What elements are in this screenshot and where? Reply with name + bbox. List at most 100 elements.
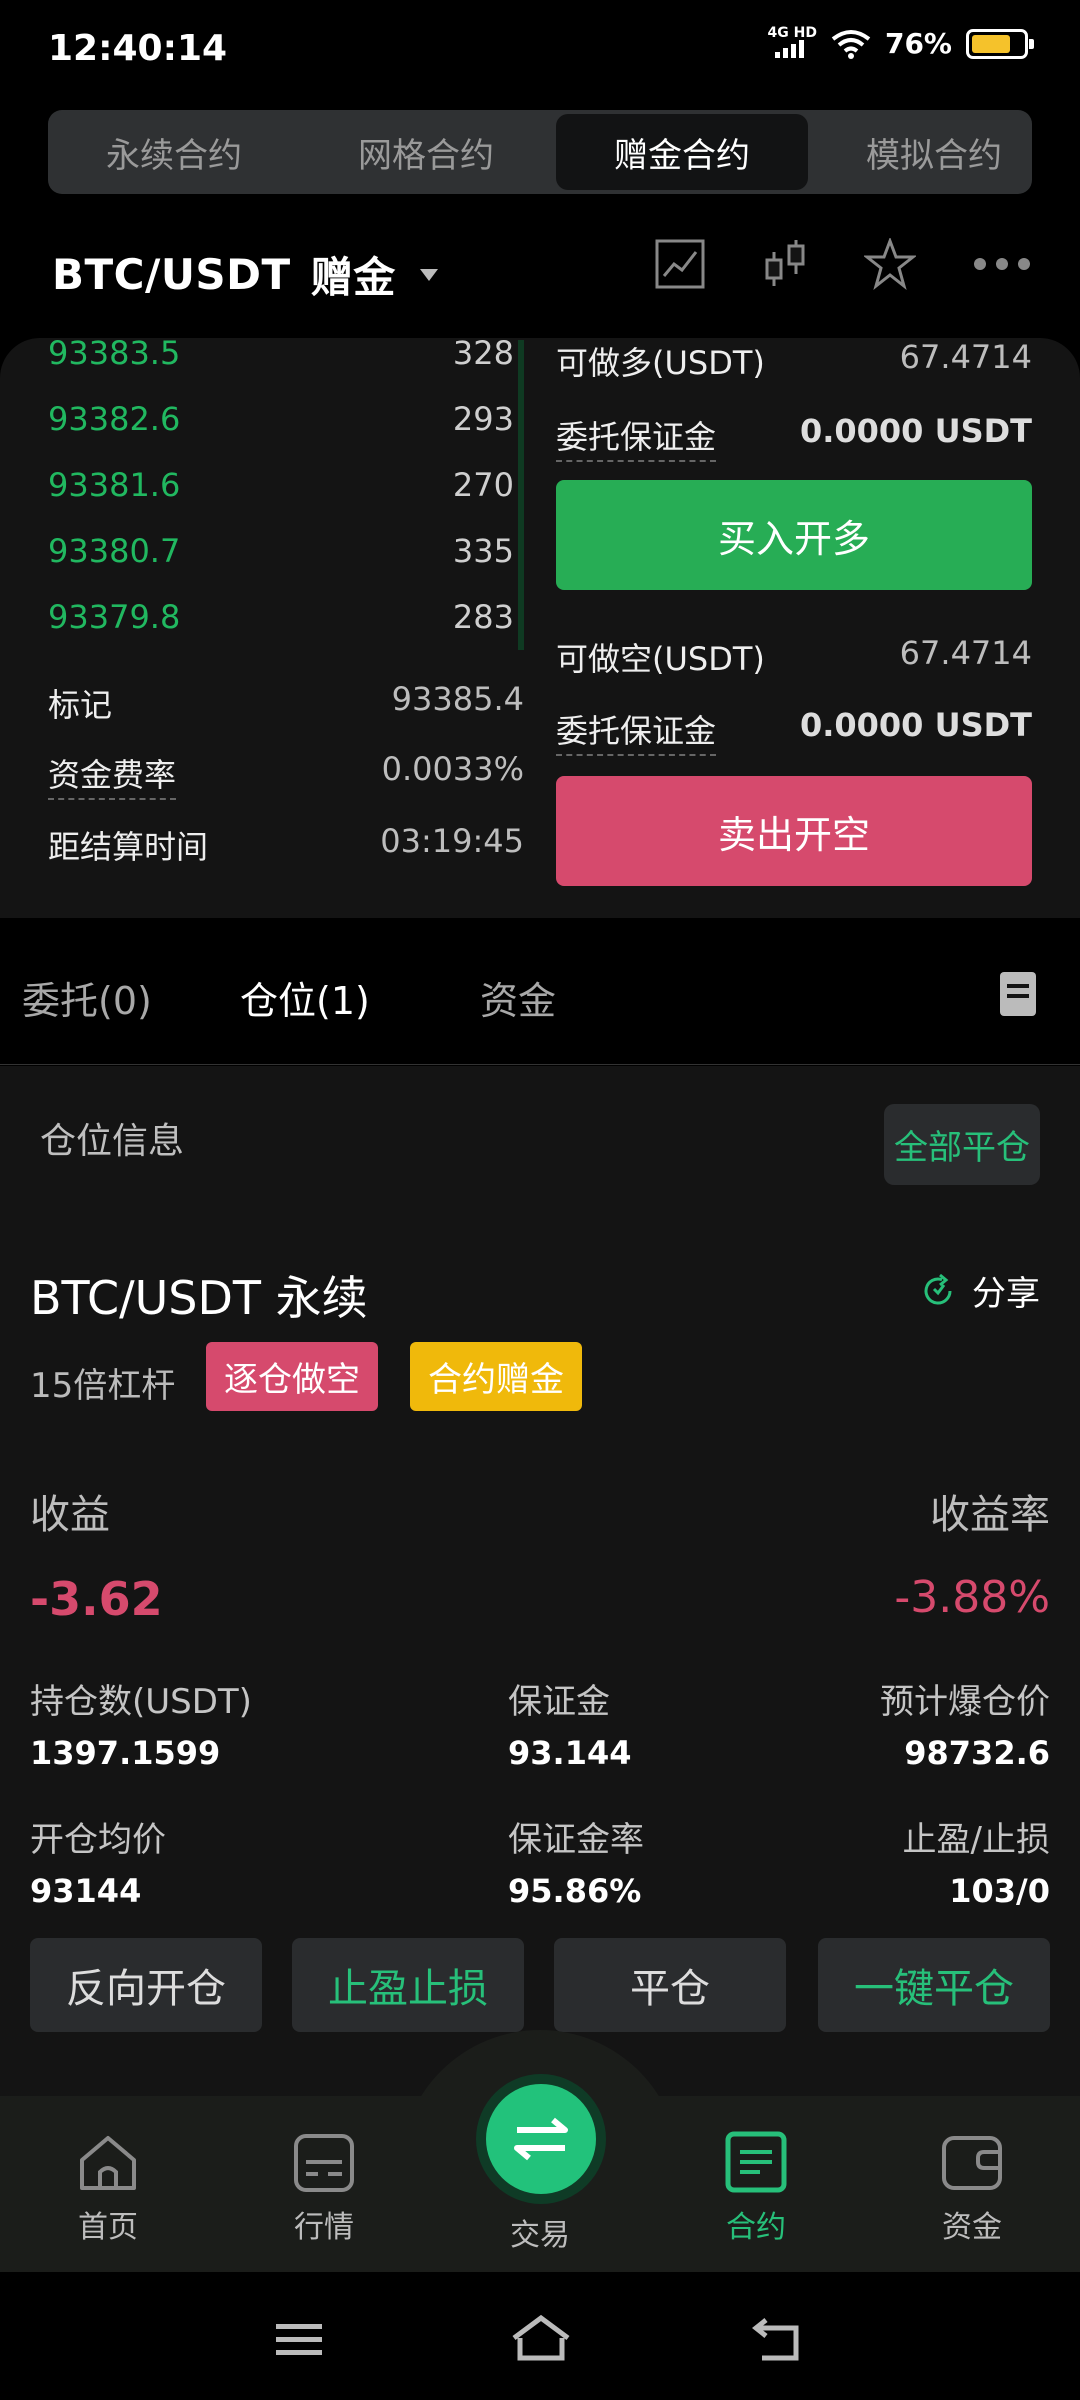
short-margin-row: 委托保证金 0.0000 USDT [556, 706, 1032, 756]
back-icon[interactable] [752, 2316, 804, 2362]
orderbook-size: 283 [452, 598, 514, 636]
orderbook-row[interactable]: 93381.6 270 [48, 466, 514, 504]
sell-short-button[interactable]: 卖出开空 [556, 776, 1032, 886]
margin-ratio-label: 保证金率 [508, 1820, 644, 1860]
contract-type-tabs: 永续合约 网格合约 赠金合约 模拟合约 [48, 110, 1032, 194]
margin-ratio-value: 95.86% [508, 1872, 642, 1910]
buy-long-button[interactable]: 买入开多 [556, 480, 1032, 590]
nav-contract[interactable]: 合约 [686, 2130, 826, 2246]
short-margin-label[interactable]: 委托保证金 [556, 712, 717, 756]
nav-assets-label: 资金 [942, 2210, 1002, 2245]
mark-price-value: 93385.4 [391, 680, 524, 718]
wallet-icon [942, 2136, 1002, 2190]
bonus-badge: 合约赠金 [410, 1342, 582, 1411]
position-tabs: 委托(0) 仓位(1) 资金 [0, 960, 1080, 1065]
nav-home-label: 首页 [78, 2210, 138, 2245]
nav-home[interactable]: 首页 [38, 2130, 178, 2246]
header-actions [654, 238, 1032, 290]
position-size-label: 持仓数(USDT) [30, 1682, 252, 1722]
margin-value: 93.144 [508, 1734, 632, 1772]
close-all-button[interactable]: 全部平仓 [884, 1104, 1040, 1185]
tab-perpetual[interactable]: 永续合约 [48, 114, 300, 190]
orderbook-size: 335 [452, 532, 514, 570]
long-margin-row: 委托保证金 0.0000 USDT [556, 412, 1032, 462]
signal-icon [775, 40, 805, 58]
chart-icon[interactable] [654, 238, 706, 290]
tab-grid[interactable]: 网格合约 [300, 114, 552, 190]
refresh-share-icon [924, 1273, 952, 1305]
close-position-button[interactable]: 平仓 [554, 1938, 786, 2032]
share-button[interactable]: 分享 [920, 1266, 1040, 1315]
pair-mode: 赠金 [310, 253, 396, 302]
long-available-value: 67.4714 [899, 338, 1032, 376]
short-available-label: 可做空(USDT) [556, 640, 765, 678]
margin-label: 保证金 [508, 1682, 610, 1722]
one-click-close-button[interactable]: 一键平仓 [818, 1938, 1050, 2032]
long-margin-value: 0.0000 USDT [799, 412, 1032, 450]
tp-sl-button[interactable]: 止盈止损 [292, 1938, 524, 2032]
candlestick-icon[interactable] [762, 238, 808, 290]
status-indicators: 4G HD 76% [767, 25, 1034, 61]
short-margin-value: 0.0000 USDT [799, 706, 1032, 744]
reverse-open-button[interactable]: 反向开仓 [30, 1938, 262, 2032]
contract-icon [725, 2131, 787, 2193]
list-icon[interactable] [1000, 972, 1036, 1016]
nav-market[interactable]: 行情 [254, 2130, 394, 2246]
menu-icon[interactable] [274, 2320, 324, 2360]
liquidation-price-label: 预计爆仓价 [880, 1682, 1050, 1722]
orderbook-row[interactable]: 93379.8 283 [48, 598, 514, 636]
nav-contract-label: 合约 [726, 2210, 786, 2245]
position-symbol: BTC/USDT 永续 [30, 1271, 368, 1325]
star-icon[interactable] [864, 238, 916, 290]
short-available-row: 可做空(USDT) 67.4714 [556, 634, 1032, 680]
tab-positions[interactable]: 仓位(1) [240, 970, 370, 1025]
mark-price-label: 标记 [48, 686, 113, 724]
battery-icon [966, 28, 1034, 59]
system-nav-bar [0, 2272, 1080, 2400]
orderbook-price: 93381.6 [48, 466, 181, 504]
funding-rate-row: 资金费率 0.0033% [48, 750, 524, 800]
funding-rate-label[interactable]: 资金费率 [48, 756, 177, 800]
settlement-label: 距结算时间 [48, 828, 209, 866]
margin-mode-badge: 逐仓做空 [206, 1342, 378, 1411]
orderbook-size: 270 [452, 466, 514, 504]
pair-name: BTC/USDT [52, 250, 291, 299]
liquidation-price-value: 98732.6 [904, 1734, 1050, 1772]
tab-demo[interactable]: 模拟合约 [808, 114, 1032, 190]
nav-assets[interactable]: 资金 [902, 2130, 1042, 2246]
short-available-value: 67.4714 [899, 634, 1032, 672]
orderbook-row[interactable]: 93380.7 335 [48, 532, 514, 570]
status-time: 12:40:14 [48, 28, 228, 69]
trade-center-button[interactable] [486, 2084, 596, 2194]
nav-trade[interactable]: 交易 [470, 2210, 610, 2254]
roe-label: 收益率 [930, 1492, 1050, 1538]
wifi-icon [831, 29, 871, 59]
nav-trade-label: 交易 [510, 2218, 570, 2253]
orderbook-price: 93379.8 [48, 598, 181, 636]
swap-icon [514, 2117, 568, 2161]
market-icon [294, 2134, 354, 2192]
long-available-label: 可做多(USDT) [556, 344, 765, 382]
network-type: 4G HD [767, 25, 817, 41]
tab-bonus[interactable]: 赠金合约 [556, 114, 808, 190]
position-size-value: 1397.1599 [30, 1734, 221, 1772]
entry-price-value: 93144 [30, 1872, 142, 1910]
battery-percent: 76% [884, 27, 952, 60]
pnl-value: -3.62 [30, 1572, 163, 1626]
pair-selector[interactable]: BTC/USDT 赠金 [52, 244, 438, 305]
tab-assets[interactable]: 资金 [480, 970, 556, 1025]
mark-price-row: 标记 93385.4 [48, 680, 524, 726]
orderbook-price: 93383.5 [48, 334, 181, 372]
long-available-row: 可做多(USDT) 67.4714 [556, 338, 1032, 384]
home-system-icon[interactable] [510, 2314, 572, 2364]
settlement-countdown: 03:19:45 [380, 822, 524, 860]
position-section-title: 仓位信息 [40, 1121, 185, 1162]
orderbook-row[interactable]: 93383.5 328 [48, 334, 514, 372]
long-margin-label[interactable]: 委托保证金 [556, 418, 717, 462]
more-icon[interactable] [972, 254, 1032, 274]
tab-orders[interactable]: 委托(0) [22, 970, 152, 1025]
orderbook-size: 328 [452, 334, 514, 372]
roe-value: -3.88% [894, 1572, 1050, 1623]
entry-price-label: 开仓均价 [30, 1820, 166, 1860]
orderbook-row[interactable]: 93382.6 293 [48, 400, 514, 438]
